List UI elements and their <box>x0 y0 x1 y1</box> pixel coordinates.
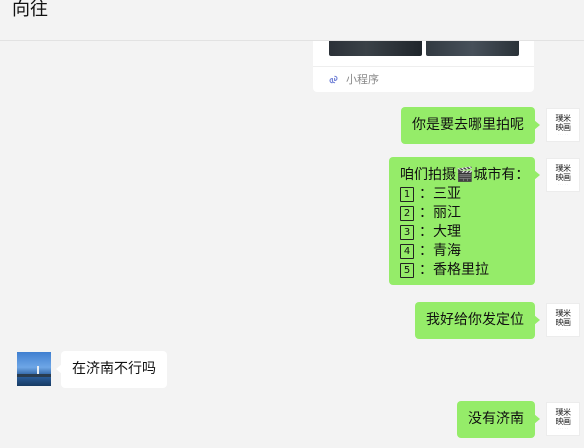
avatar-brand-line: 映画 <box>555 417 572 426</box>
message-bubble[interactable]: 没有济南 <box>457 401 540 438</box>
message-text: 你是要去哪里拍呢 <box>412 117 524 133</box>
message-text: 咱们拍摄🎬城市有： <box>400 167 530 183</box>
mini-program-footer: 小程序 <box>328 71 379 87</box>
number-badge: 4 <box>400 244 414 259</box>
message-text: 没有济南 <box>468 411 524 427</box>
list-item: 5 ：香格里拉 <box>400 261 524 280</box>
avatar[interactable]: 璞米 映画 · · · · · <box>546 158 580 192</box>
avatar-brand-dots: · · · · · <box>557 182 569 186</box>
mini-program-icon <box>329 75 338 83</box>
avatar-brand-line: 璞米 <box>555 164 572 173</box>
avatar-brand-line: 璞米 <box>555 309 572 318</box>
avatar-brand-line: 璞米 <box>555 114 572 123</box>
message-text: 我好给你发定位 <box>426 312 524 328</box>
divider <box>313 66 534 67</box>
mini-program-label: 小程序 <box>346 73 379 86</box>
message-bubble[interactable]: 咱们拍摄🎬城市有： 1 ：三亚 2 ：丽江 3 ：大理 4 ：青海 5 ：香格里拉 <box>389 157 540 285</box>
avatar[interactable]: 璞米 映画 · · · · · <box>546 303 580 337</box>
avatar[interactable]: 璞米 映画 · · · · · <box>546 108 580 142</box>
list-item: 2 ：丽江 <box>400 204 524 223</box>
avatar-brand-dots: · · · · · <box>557 132 569 136</box>
message-text: 在济南不行吗 <box>72 361 156 377</box>
avatar-brand-dots: · · · · · <box>557 327 569 331</box>
message-bubble[interactable]: 在济南不行吗 <box>56 351 167 388</box>
avatar-brand-line: 映画 <box>555 173 572 182</box>
list-item-text: 三亚 <box>433 186 461 202</box>
thumbnail-image <box>426 40 519 56</box>
avatar-brand-dots: · · · · · <box>557 426 569 430</box>
number-badge: 2 <box>400 206 414 221</box>
chat-header: 向往 <box>0 0 584 41</box>
number-badge: 3 <box>400 225 414 240</box>
avatar[interactable]: 璞米 映画 · · · · · <box>546 402 580 436</box>
list-item-text: 丽江 <box>433 205 461 221</box>
number-badge: 5 <box>400 263 414 278</box>
list-item: 1 ：三亚 <box>400 185 524 204</box>
mini-program-thumbnails <box>329 40 519 56</box>
list-item-text: 青海 <box>433 243 461 259</box>
avatar-brand-line: 映画 <box>555 123 572 132</box>
message-bubble[interactable]: 你是要去哪里拍呢 <box>401 107 540 144</box>
list-item-text: 香格里拉 <box>433 262 489 278</box>
avatar-brand-line: 璞米 <box>555 408 572 417</box>
avatar[interactable] <box>17 352 51 386</box>
number-badge: 1 <box>400 187 414 202</box>
avatar-brand-line: 映画 <box>555 318 572 327</box>
list-item-text: 大理 <box>433 224 461 240</box>
chat-title: 向往 <box>12 0 48 20</box>
list-item: 3 ：大理 <box>400 223 524 242</box>
avatar-photo-detail <box>17 374 51 377</box>
list-item: 4 ：青海 <box>400 242 524 261</box>
thumbnail-image <box>329 40 422 56</box>
message-bubble[interactable]: 我好给你发定位 <box>415 302 540 339</box>
